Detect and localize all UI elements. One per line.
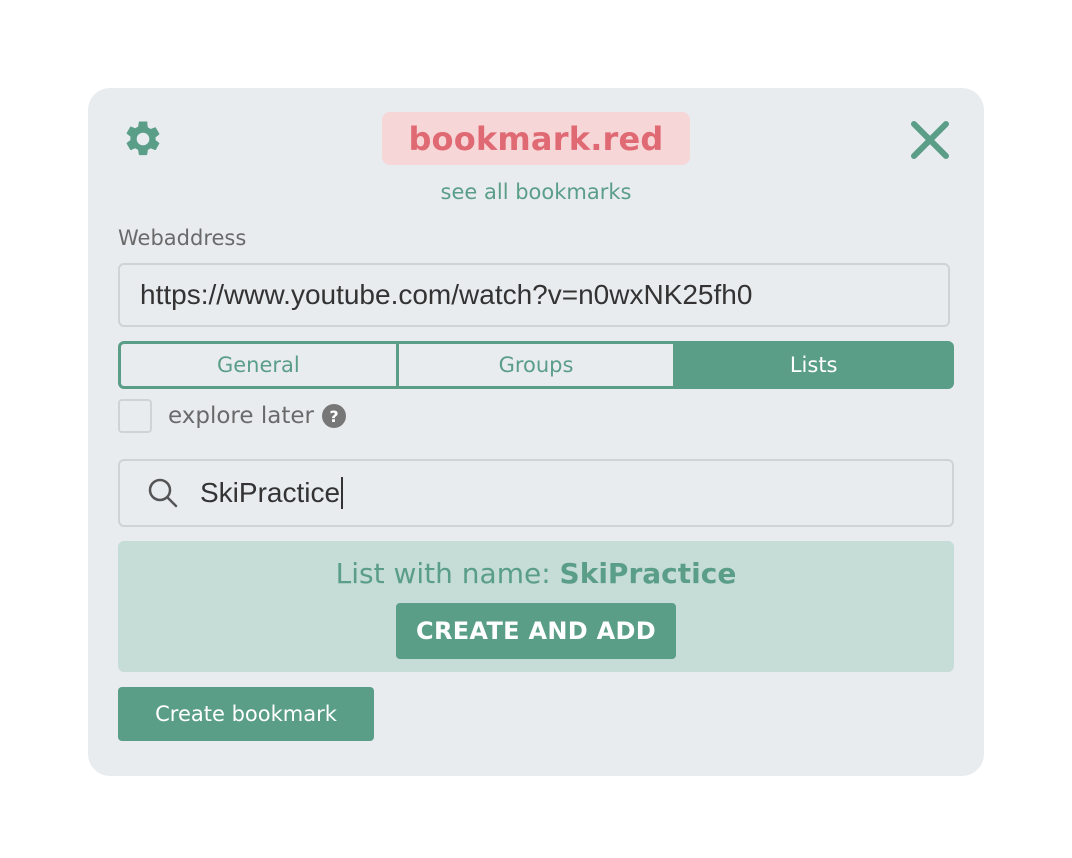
- see-all-bookmarks-link[interactable]: see all bookmarks: [0, 180, 1072, 204]
- gear-icon[interactable]: [122, 118, 164, 160]
- explore-later-label: explore later: [168, 403, 314, 429]
- search-value: SkiPractice: [200, 477, 344, 509]
- create-bookmark-button[interactable]: Create bookmark: [118, 687, 374, 741]
- webaddress-input[interactable]: https://www.youtube.com/watch?v=n0wxNK25…: [118, 263, 950, 327]
- list-name-prefix: List with name:: [335, 557, 560, 590]
- explore-later-row: explore later ?: [118, 399, 346, 433]
- tab-bar: General Groups Lists: [118, 341, 954, 389]
- close-icon[interactable]: [908, 118, 952, 162]
- help-icon[interactable]: ?: [321, 404, 346, 428]
- create-and-add-button[interactable]: CREATE AND ADD: [396, 603, 676, 659]
- search-icon: [148, 478, 178, 508]
- tab-lists[interactable]: Lists: [676, 344, 951, 386]
- app-logo: bookmark.red: [382, 112, 690, 165]
- list-name-value: SkiPractice: [559, 557, 737, 590]
- tab-general[interactable]: General: [121, 344, 396, 386]
- list-search-input[interactable]: SkiPractice: [118, 459, 954, 527]
- webaddress-label: Webaddress: [118, 226, 247, 250]
- tab-groups[interactable]: Groups: [398, 344, 674, 386]
- create-list-panel: List with name: SkiPractice CREATE AND A…: [118, 541, 954, 672]
- list-name-line: List with name: SkiPractice: [118, 557, 954, 590]
- explore-later-checkbox[interactable]: [118, 399, 152, 433]
